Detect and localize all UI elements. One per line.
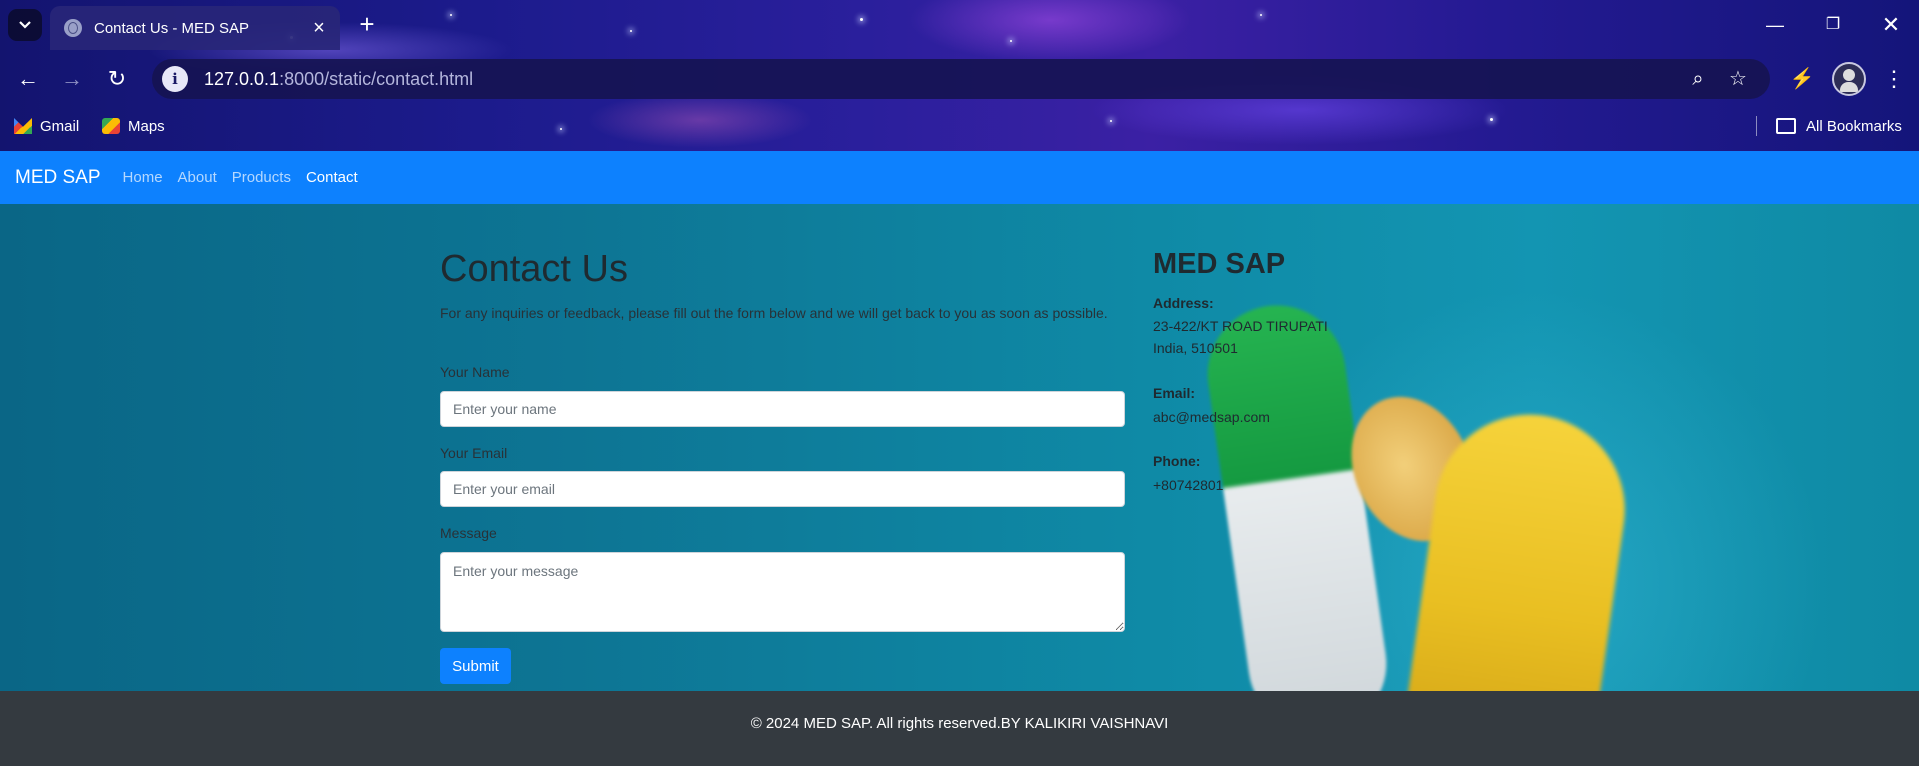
phone-value: +80742801: [1153, 477, 1224, 493]
close-window-icon[interactable]: ✕: [1876, 10, 1906, 40]
reload-icon[interactable]: ↻: [101, 63, 133, 95]
minimize-icon[interactable]: —: [1760, 10, 1790, 40]
bookmark-label: Maps: [128, 117, 165, 135]
folder-icon: [1776, 118, 1796, 134]
new-tab-button[interactable]: +: [352, 10, 382, 40]
email-input[interactable]: [440, 471, 1125, 507]
name-input[interactable]: [440, 391, 1125, 427]
all-bookmarks-label: All Bookmarks: [1806, 117, 1902, 135]
email-info-label: Email:: [1153, 385, 1196, 401]
globe-icon: [64, 19, 82, 37]
nav-link-home[interactable]: Home: [123, 169, 163, 186]
site-info-icon[interactable]: i: [162, 66, 188, 92]
footer-copyright: © 2024 MED SAP. All rights reserved.BY K…: [750, 715, 1169, 732]
email-label: Your Email: [440, 445, 508, 461]
profile-avatar[interactable]: [1832, 62, 1866, 96]
back-icon[interactable]: ←: [12, 63, 44, 95]
address-bar[interactable]: i 127.0.0.1:8000/static/contact.html ⌕ ☆: [152, 59, 1770, 99]
tab-search-button[interactable]: [8, 9, 42, 41]
bookmark-label: Gmail: [40, 117, 80, 135]
browser-toolbar: ← → ↻ i 127.0.0.1:8000/static/contact.ht…: [0, 56, 1919, 102]
message-label: Message: [440, 525, 497, 541]
company-name: MED SAP: [1153, 248, 1286, 280]
browser-tab[interactable]: Contact Us - MED SAP ×: [50, 6, 340, 50]
restore-icon[interactable]: ❐: [1818, 10, 1848, 40]
all-bookmarks-button[interactable]: All Bookmarks: [1776, 114, 1902, 138]
contact-section: Contact Us For any inquiries or feedback…: [0, 204, 1919, 691]
chevron-down-icon: [19, 21, 31, 29]
tab-strip: Contact Us - MED SAP × + — ❐ ✕: [0, 0, 1919, 50]
bookmarks-bar: Gmail Maps All Bookmarks: [0, 108, 1919, 144]
phone-label: Phone:: [1153, 453, 1201, 469]
name-label: Your Name: [440, 364, 510, 380]
browser-chrome: Contact Us - MED SAP × + — ❐ ✕ ← → ↻ i 1…: [0, 0, 1919, 151]
tab-close-icon[interactable]: ×: [308, 17, 330, 40]
address-line-2: India, 510501: [1153, 340, 1238, 356]
tab-title: Contact Us - MED SAP: [94, 19, 250, 37]
contact-intro: For any inquiries or feedback, please fi…: [440, 305, 1108, 321]
page-title: Contact Us: [440, 248, 628, 290]
url-text: 127.0.0.1:8000/static/contact.html: [204, 68, 474, 89]
forward-icon[interactable]: →: [56, 63, 88, 95]
extension-icon[interactable]: ⚡: [1786, 63, 1818, 95]
site-footer: © 2024 MED SAP. All rights reserved.BY K…: [0, 691, 1919, 766]
maps-icon: [102, 118, 120, 134]
address-line-1: 23-422/KT ROAD TIRUPATI: [1153, 318, 1328, 334]
menu-kebab-icon[interactable]: ⋮: [1878, 63, 1910, 95]
email-value: abc@medsap.com: [1153, 409, 1270, 425]
bookmark-maps[interactable]: Maps: [102, 114, 165, 138]
gmail-icon: [14, 118, 32, 134]
bookmark-star-icon[interactable]: ☆: [1724, 65, 1752, 93]
nav-link-about[interactable]: About: [178, 169, 217, 186]
site-navbar: MED SAP Home About Products Contact: [0, 151, 1919, 204]
bookmark-gmail[interactable]: Gmail: [14, 114, 79, 138]
message-textarea[interactable]: [440, 552, 1125, 632]
navbar-brand[interactable]: MED SAP: [15, 167, 101, 189]
nav-link-products[interactable]: Products: [232, 169, 291, 186]
bookmarks-divider: [1756, 116, 1757, 136]
submit-button[interactable]: Submit: [440, 648, 511, 684]
nav-link-contact[interactable]: Contact: [306, 169, 358, 186]
address-label: Address:: [1153, 295, 1214, 311]
zoom-icon[interactable]: ⌕: [1684, 65, 1712, 93]
